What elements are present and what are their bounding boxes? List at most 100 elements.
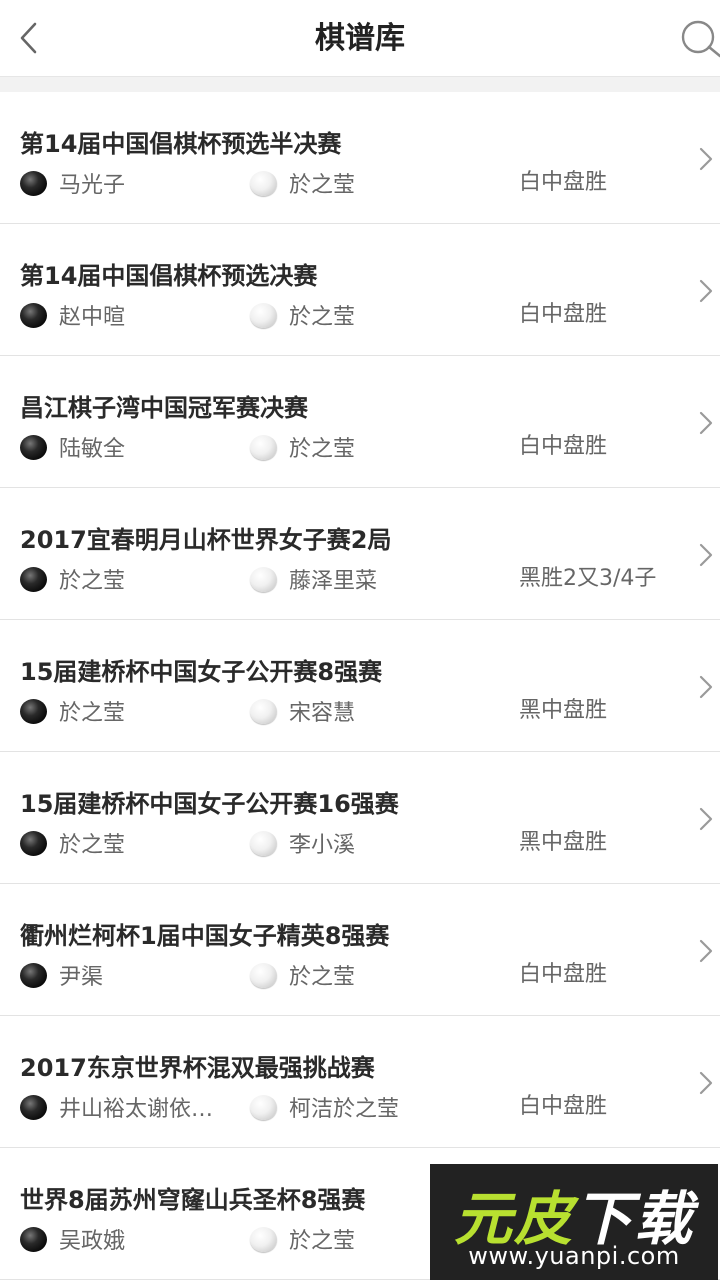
black-player-name: 陆敏全 [59, 437, 126, 462]
chevron-right-icon [699, 411, 713, 435]
white-player-name: 藤泽里菜 [289, 569, 378, 594]
white-stone-icon [250, 566, 277, 592]
white-player-name: 於之莹 [289, 305, 356, 330]
black-player-name: 於之莹 [59, 833, 126, 858]
game-record-item[interactable]: 昌江棋子湾中国冠军赛决赛陆敏全 於之莹 白中盘胜 [0, 356, 720, 488]
black-player-name: 於之莹 [59, 701, 126, 726]
game-players-row: 於之莹 李小溪 黑中盘胜 [0, 826, 720, 860]
black-player-name: 於之莹 [59, 569, 126, 594]
white-stone-icon [250, 962, 277, 988]
black-player: 於之莹 [20, 694, 248, 728]
white-player: 柯洁於之莹 [250, 1090, 490, 1124]
chevron-right-icon [699, 1071, 713, 1095]
white-player: 於之莹 [250, 958, 490, 992]
black-stone-icon [20, 434, 47, 460]
black-player: 陆敏全 [20, 430, 248, 464]
game-record-item[interactable]: 15届建桥杯中国女子公开赛8强赛於之莹 宋容慧 黑中盘胜 [0, 620, 720, 752]
white-player-name: 於之莹 [289, 965, 356, 990]
game-record-item[interactable]: 2017宜春明月山杯世界女子赛2局於之莹 藤泽里菜 黑胜2又3/4子 [0, 488, 720, 620]
game-record-item[interactable]: 衢州烂柯杯1届中国女子精英8强赛尹渠 於之莹 白中盘胜 [0, 884, 720, 1016]
chevron-right-icon [699, 807, 713, 831]
game-result: 白中盘胜 [519, 170, 608, 195]
black-player-name: 马光子 [59, 173, 126, 198]
white-stone-icon [250, 1094, 277, 1120]
white-player-name: 宋容慧 [289, 701, 356, 726]
white-stone-icon [250, 698, 277, 724]
search-button[interactable] [672, 16, 720, 60]
black-player: 於之莹 [20, 562, 248, 596]
white-player-name: 於之莹 [289, 173, 356, 198]
white-player: 藤泽里菜 [250, 562, 490, 596]
white-player-name: 李小溪 [289, 833, 356, 858]
black-stone-icon [20, 698, 47, 724]
black-stone-icon [20, 302, 47, 328]
game-result: 黑中盘胜 [519, 698, 608, 723]
game-record-list: 第14届中国倡棋杯预选半决赛 马光子 於之莹 白中盘胜 第14届中国倡棋杯预选决赛 赵中暄… [0, 92, 720, 1280]
chevron-right-icon [699, 279, 713, 303]
game-result: 白中盘胜 [519, 302, 608, 327]
white-player: 於之莹 [250, 298, 490, 332]
game-title: 第14届中国倡棋杯预选决赛 [20, 262, 318, 290]
black-player-name: 井山裕太谢依… [59, 1097, 214, 1122]
black-stone-icon [20, 830, 47, 856]
black-stone-icon [20, 170, 47, 196]
black-player: 於之莹 [20, 826, 248, 860]
black-player: 赵中暄 [20, 298, 248, 332]
game-result: 黑胜2又3/4子 [519, 566, 657, 591]
black-stone-icon [20, 566, 47, 592]
white-stone-icon [250, 830, 277, 856]
search-icon [681, 20, 720, 58]
white-player-name: 於之莹 [289, 1229, 356, 1254]
game-title: 15届建桥杯中国女子公开赛8强赛 [20, 658, 383, 686]
white-player: 宋容慧 [250, 694, 490, 728]
chevron-right-icon [699, 543, 713, 567]
white-player: 李小溪 [250, 826, 490, 860]
game-title: 昌江棋子湾中国冠军赛决赛 [20, 394, 308, 422]
white-stone-icon [250, 1226, 277, 1252]
white-player-name: 於之莹 [289, 437, 356, 462]
game-result: 白中盘胜 [519, 434, 608, 459]
game-record-item[interactable]: 第14届中国倡棋杯预选半决赛马光子 於之莹 白中盘胜 [0, 92, 720, 224]
black-stone-icon [20, 1094, 47, 1120]
game-players-row: 於之莹 宋容慧 黑中盘胜 [0, 694, 720, 728]
app-header: 棋谱库 [0, 0, 720, 77]
white-stone-icon [250, 302, 277, 328]
black-player-name: 吴政娥 [59, 1229, 126, 1254]
black-player-name: 尹渠 [59, 965, 104, 990]
game-title: 2017宜春明月山杯世界女子赛2局 [20, 526, 392, 554]
white-player: 於之莹 [250, 166, 490, 200]
game-result: 白中盘胜 [519, 962, 608, 987]
game-result: 黑中盘胜 [519, 830, 608, 855]
game-players-row: 陆敏全 於之莹 白中盘胜 [0, 430, 720, 464]
chevron-right-icon [699, 675, 713, 699]
game-title: 15届建桥杯中国女子公开赛16强赛 [20, 790, 399, 818]
game-players-row: 赵中暄 於之莹 白中盘胜 [0, 298, 720, 332]
black-player: 尹渠 [20, 958, 248, 992]
black-stone-icon [20, 962, 47, 988]
black-player: 吴政娥 [20, 1222, 248, 1256]
white-player-name: 柯洁於之莹 [289, 1097, 400, 1122]
watermark-logo: 元皮下载 www.yuanpi.com [430, 1164, 718, 1280]
black-player-name: 赵中暄 [59, 305, 126, 330]
white-player: 於之莹 [250, 430, 490, 464]
game-title: 衢州烂柯杯1届中国女子精英8强赛 [20, 922, 390, 950]
black-player: 井山裕太谢依… [20, 1090, 248, 1124]
game-players-row: 马光子 於之莹 白中盘胜 [0, 166, 720, 200]
game-title: 2017东京世界杯混双最强挑战赛 [20, 1054, 375, 1082]
game-title: 第14届中国倡棋杯预选半决赛 [20, 130, 342, 158]
watermark-url: www.yuanpi.com [468, 1242, 680, 1270]
white-stone-icon [250, 434, 277, 460]
game-players-row: 於之莹 藤泽里菜 黑胜2又3/4子 [0, 562, 720, 596]
game-players-row: 井山裕太谢依… 柯洁於之莹 白中盘胜 [0, 1090, 720, 1124]
black-player: 马光子 [20, 166, 248, 200]
game-record-item[interactable]: 第14届中国倡棋杯预选决赛赵中暄 於之莹 白中盘胜 [0, 224, 720, 356]
game-result: 白中盘胜 [519, 1094, 608, 1119]
game-record-item[interactable]: 15届建桥杯中国女子公开赛16强赛於之莹 李小溪 黑中盘胜 [0, 752, 720, 884]
game-players-row: 尹渠 於之莹 白中盘胜 [0, 958, 720, 992]
chevron-right-icon [699, 939, 713, 963]
game-title: 世界8届苏州穹窿山兵圣杯8强赛 [20, 1186, 366, 1214]
chevron-right-icon [699, 147, 713, 171]
white-stone-icon [250, 170, 277, 196]
game-record-item[interactable]: 2017东京世界杯混双最强挑战赛井山裕太谢依… 柯洁於之莹 白中盘胜 [0, 1016, 720, 1148]
page-title: 棋谱库 [315, 21, 405, 56]
